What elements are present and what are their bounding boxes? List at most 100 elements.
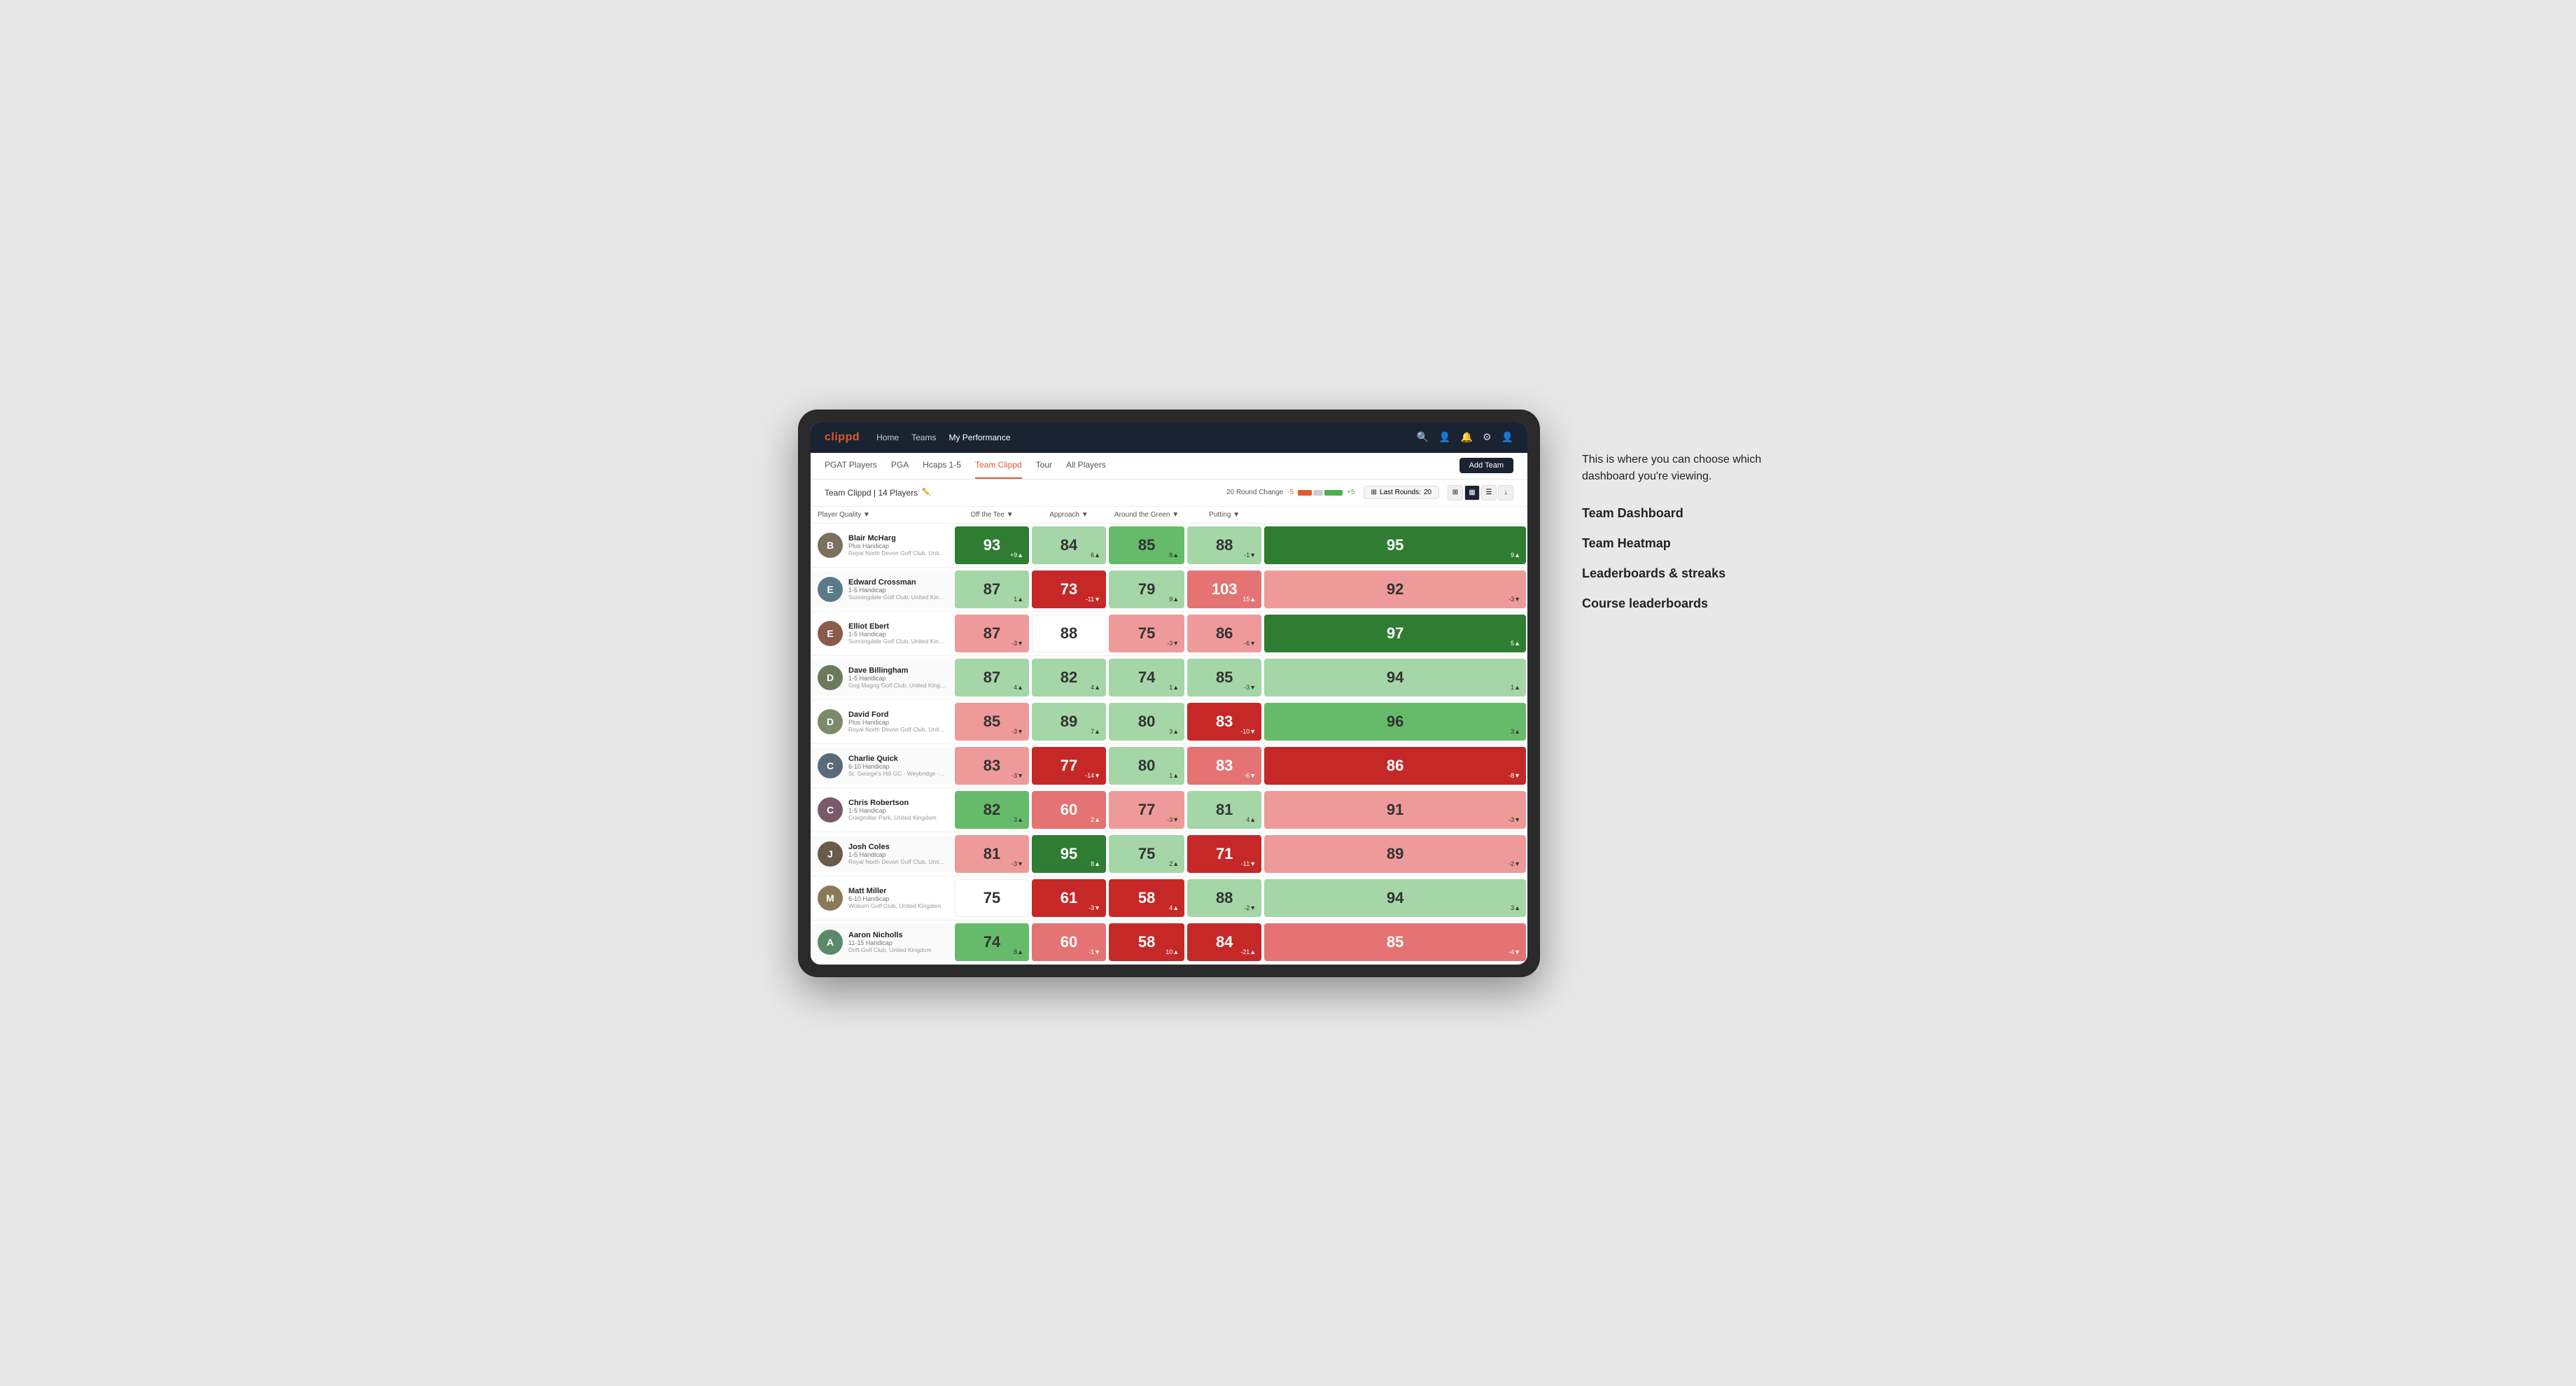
- table-icon: ⊞: [1371, 489, 1377, 496]
- score-box: 84-21▲: [1187, 923, 1261, 961]
- score-value: 87: [983, 624, 1000, 643]
- player-cell-8[interactable]: MMatt Miller6-10 HandicapWoburn Golf Clu…: [811, 876, 953, 920]
- table-row: JJosh Coles1-5 HandicapRoyal North Devon…: [811, 832, 1527, 876]
- score-change: 3▲: [1014, 816, 1023, 823]
- score-value: 91: [1387, 801, 1404, 819]
- score-value: 88: [1216, 889, 1233, 907]
- player-name: David Ford: [848, 710, 946, 719]
- score-cell-0: 93+9▲: [953, 523, 1030, 567]
- player-club: Royal North Devon Golf Club, United King…: [848, 550, 946, 556]
- edit-icon[interactable]: ✏️: [922, 489, 930, 496]
- score-cell-4: 943▲: [1263, 876, 1527, 920]
- header-approach[interactable]: Approach ▼: [1030, 507, 1107, 524]
- score-value: 79: [1138, 580, 1155, 598]
- settings-icon[interactable]: ⚙: [1483, 431, 1492, 443]
- nav-home[interactable]: Home: [876, 433, 899, 442]
- score-value: 60: [1060, 801, 1077, 819]
- player-cell-4[interactable]: DDavid FordPlus HandicapRoyal North Devo…: [811, 699, 953, 743]
- score-value: 81: [983, 845, 1000, 863]
- navbar: clippd Home Teams My Performance 🔍 👤 🔔 ⚙…: [811, 422, 1527, 453]
- player-name: Aaron Nicholls: [848, 931, 932, 939]
- player-club: Royal North Devon Golf Club, United King…: [848, 858, 946, 865]
- score-box: 83-10▼: [1187, 703, 1261, 741]
- score-cell-1: 824▲: [1030, 655, 1107, 699]
- score-cell-4: 941▲: [1263, 655, 1527, 699]
- score-cell-3: 88-2▼: [1186, 876, 1263, 920]
- score-value: 71: [1216, 845, 1233, 863]
- score-value: 81: [1216, 801, 1233, 819]
- search-icon[interactable]: 🔍: [1417, 431, 1429, 443]
- user-icon[interactable]: 👤: [1438, 431, 1450, 443]
- bell-icon[interactable]: 🔔: [1461, 431, 1473, 443]
- score-box: 73-11▼: [1032, 570, 1106, 608]
- header-around-green[interactable]: Around the Green ▼: [1107, 507, 1186, 524]
- score-change: -3▼: [1167, 640, 1179, 647]
- annotation-intro: This is where you can choose which dashb…: [1582, 451, 1778, 485]
- score-cell-4: 92-3▼: [1263, 567, 1527, 611]
- nav-teams[interactable]: Teams: [911, 433, 936, 442]
- score-value: 94: [1387, 889, 1404, 907]
- team-controls: 20 Round Change -5 +5 ⊞ Last Rounds: 20: [1226, 485, 1513, 500]
- add-team-button[interactable]: Add Team: [1460, 458, 1513, 473]
- table-row: CChris Robertson1-5 HandicapCraigmillar …: [811, 788, 1527, 832]
- subnav-pga[interactable]: PGA: [891, 453, 909, 479]
- player-cell-6[interactable]: CChris Robertson1-5 HandicapCraigmillar …: [811, 788, 953, 832]
- profile-icon[interactable]: 👤: [1502, 431, 1513, 443]
- subnav-team-clippd[interactable]: Team Clippd: [975, 453, 1022, 479]
- score-value: 82: [983, 801, 1000, 819]
- score-box: 941▲: [1264, 659, 1526, 696]
- score-change: 2▲: [1169, 860, 1179, 867]
- download-btn[interactable]: ↓: [1498, 485, 1513, 500]
- player-cell-7[interactable]: JJosh Coles1-5 HandicapRoyal North Devon…: [811, 832, 953, 876]
- score-value: 92: [1387, 580, 1404, 598]
- score-change: -8▼: [1508, 772, 1520, 779]
- player-handicap: 6-10 Handicap: [848, 763, 946, 770]
- score-change: 10▲: [1166, 948, 1179, 955]
- nav-my-performance[interactable]: My Performance: [948, 433, 1010, 442]
- header-putting[interactable]: Putting ▼: [1186, 507, 1263, 524]
- score-box: 83-6▼: [1187, 747, 1261, 785]
- subnav-all-players[interactable]: All Players: [1066, 453, 1106, 479]
- score-cell-4: 91-3▼: [1263, 788, 1527, 832]
- grid-view-btn[interactable]: ⊞: [1448, 485, 1463, 500]
- score-value: 77: [1060, 757, 1077, 775]
- player-handicap: 1-5 Handicap: [848, 807, 937, 814]
- player-cell-9[interactable]: AAaron Nicholls11-15 HandicapDrift Golf …: [811, 920, 953, 964]
- nav-links: Home Teams My Performance: [876, 433, 1010, 442]
- table-row: CCharlie Quick6-10 HandicapSt. George's …: [811, 743, 1527, 788]
- player-handicap: 6-10 Handicap: [848, 895, 941, 902]
- score-box: 77-14▼: [1032, 747, 1106, 785]
- subnav-pgat[interactable]: PGAT Players: [825, 453, 877, 479]
- score-change: 8▲: [1169, 552, 1179, 559]
- heatmap-view-btn[interactable]: ▦: [1464, 485, 1480, 500]
- subnav-tour[interactable]: Tour: [1036, 453, 1052, 479]
- score-change: 5▲: [1511, 640, 1520, 647]
- player-cell-1[interactable]: EEdward Crossman1-5 HandicapSunningdale …: [811, 567, 953, 611]
- subnav-hcaps[interactable]: Hcaps 1-5: [923, 453, 961, 479]
- player-cell-5[interactable]: CCharlie Quick6-10 HandicapSt. George's …: [811, 743, 953, 788]
- score-box: 748▲: [955, 923, 1029, 961]
- score-value: 88: [1216, 536, 1233, 554]
- score-box: 92-3▼: [1264, 570, 1526, 608]
- score-value: 80: [1138, 713, 1155, 731]
- player-cell-2[interactable]: EElliot Ebert1-5 HandicapSunningdale Gol…: [811, 611, 953, 655]
- score-change: 1▲: [1169, 772, 1179, 779]
- header-off-tee[interactable]: Off the Tee ▼: [953, 507, 1030, 524]
- player-cell-0[interactable]: BBlair McHargPlus HandicapRoyal North De…: [811, 523, 953, 567]
- player-cell-3[interactable]: DDave Billingham1-5 HandicapGog Magog Go…: [811, 655, 953, 699]
- last-rounds-button[interactable]: ⊞ Last Rounds: 20: [1364, 486, 1439, 499]
- header-player[interactable]: Player Quality ▼: [811, 507, 953, 524]
- score-cell-2: 5810▲: [1107, 920, 1186, 964]
- player-club: Woburn Golf Club, United Kingdom: [848, 902, 941, 909]
- score-value: 74: [983, 933, 1000, 951]
- score-cell-4: 85-4▼: [1263, 920, 1527, 964]
- list-view-btn[interactable]: ☰: [1481, 485, 1497, 500]
- score-box: 803▲: [1109, 703, 1184, 741]
- score-cell-0: 82 3▲: [953, 788, 1030, 832]
- score-value: 86: [1216, 624, 1233, 643]
- player-name: Dave Billingham: [848, 666, 946, 675]
- score-cell-2: 803▲: [1107, 699, 1186, 743]
- score-box: 93+9▲: [955, 526, 1029, 564]
- score-value: 58: [1138, 889, 1155, 907]
- score-cell-2: 799▲: [1107, 567, 1186, 611]
